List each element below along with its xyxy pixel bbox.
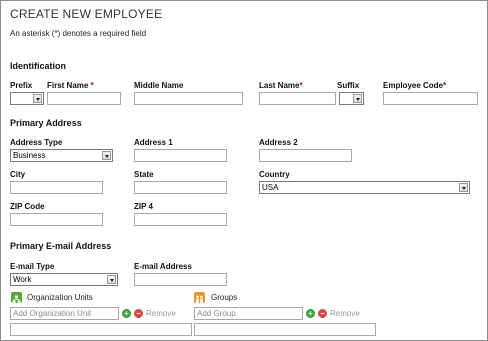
add-org-unit-button[interactable]: + (122, 309, 131, 318)
state-label: State (134, 170, 154, 179)
remove-org-unit-icon[interactable]: − (134, 309, 143, 318)
groups-icon (194, 292, 205, 304)
required-asterisk: * (90, 81, 94, 90)
org-unit-placeholder: Add Organization Unit (13, 309, 92, 318)
suffix-select[interactable] (339, 92, 364, 105)
groups-label: Groups (211, 293, 238, 302)
remove-group-icon[interactable]: − (318, 309, 327, 318)
address1-label: Address 1 (134, 138, 173, 147)
last-name-label: Last Name* (259, 81, 303, 90)
employee-code-input[interactable] (383, 92, 478, 105)
required-asterisk: * (299, 81, 303, 90)
group-placeholder: Add Group (197, 309, 236, 318)
address-type-value: Business (13, 151, 46, 160)
required-asterisk: * (443, 81, 447, 90)
add-group-button[interactable]: + (306, 309, 315, 318)
org-unit-input[interactable]: Add Organization Unit (10, 307, 119, 320)
email-address-label: E-mail Address (134, 262, 192, 271)
remove-group-button[interactable]: Remove (330, 309, 360, 318)
chevron-down-icon (353, 94, 362, 103)
address-type-label: Address Type (10, 138, 63, 147)
email-type-select[interactable]: Work (10, 273, 118, 286)
prefix-label: Prefix (10, 81, 33, 90)
identification-heading: Identification (10, 61, 66, 71)
primary-email-heading: Primary E-mail Address (10, 241, 112, 251)
chevron-down-icon (33, 94, 42, 103)
country-value: USA (262, 183, 279, 192)
email-type-label: E-mail Type (10, 262, 55, 271)
address-type-select[interactable]: Business (10, 149, 113, 162)
middle-name-label: Middle Name (134, 81, 184, 90)
country-label: Country (259, 170, 290, 179)
group-input[interactable]: Add Group (194, 307, 303, 320)
create-employee-panel (0, 0, 488, 341)
remove-org-unit-button[interactable]: Remove (146, 309, 176, 318)
chevron-down-icon (102, 151, 111, 160)
suffix-label: Suffix (337, 81, 360, 90)
city-label: City (10, 170, 26, 179)
chevron-down-icon (459, 183, 468, 192)
zip-code-input[interactable] (10, 213, 103, 226)
zip4-label: ZIP 4 (134, 202, 153, 211)
email-type-value: Work (13, 275, 32, 284)
last-name-input[interactable] (259, 92, 336, 105)
groups-list[interactable] (194, 323, 376, 336)
country-select[interactable]: USA (259, 181, 470, 194)
org-units-label: Organization Units (27, 293, 93, 302)
prefix-select[interactable] (10, 92, 44, 105)
zip-code-label: ZIP Code (10, 202, 45, 211)
address2-input[interactable] (259, 149, 352, 162)
first-name-input[interactable] (47, 92, 121, 105)
address2-label: Address 2 (259, 138, 298, 147)
email-address-input[interactable] (134, 273, 227, 286)
middle-name-input[interactable] (134, 92, 243, 105)
first-name-label: First Name * (47, 81, 94, 90)
primary-address-heading: Primary Address (10, 118, 82, 128)
page-title: CREATE NEW EMPLOYEE (10, 7, 163, 21)
city-input[interactable] (10, 181, 103, 194)
required-field-note: An asterisk (*) denotes a required field (10, 29, 147, 38)
state-input[interactable] (134, 181, 227, 194)
address1-input[interactable] (134, 149, 227, 162)
employee-code-label: Employee Code* (383, 81, 447, 90)
zip4-input[interactable] (134, 213, 227, 226)
chevron-down-icon (107, 275, 116, 284)
people-glyph (196, 295, 203, 304)
org-chart-glyph (12, 295, 21, 303)
org-units-list[interactable] (10, 323, 192, 336)
org-units-icon (11, 292, 22, 303)
